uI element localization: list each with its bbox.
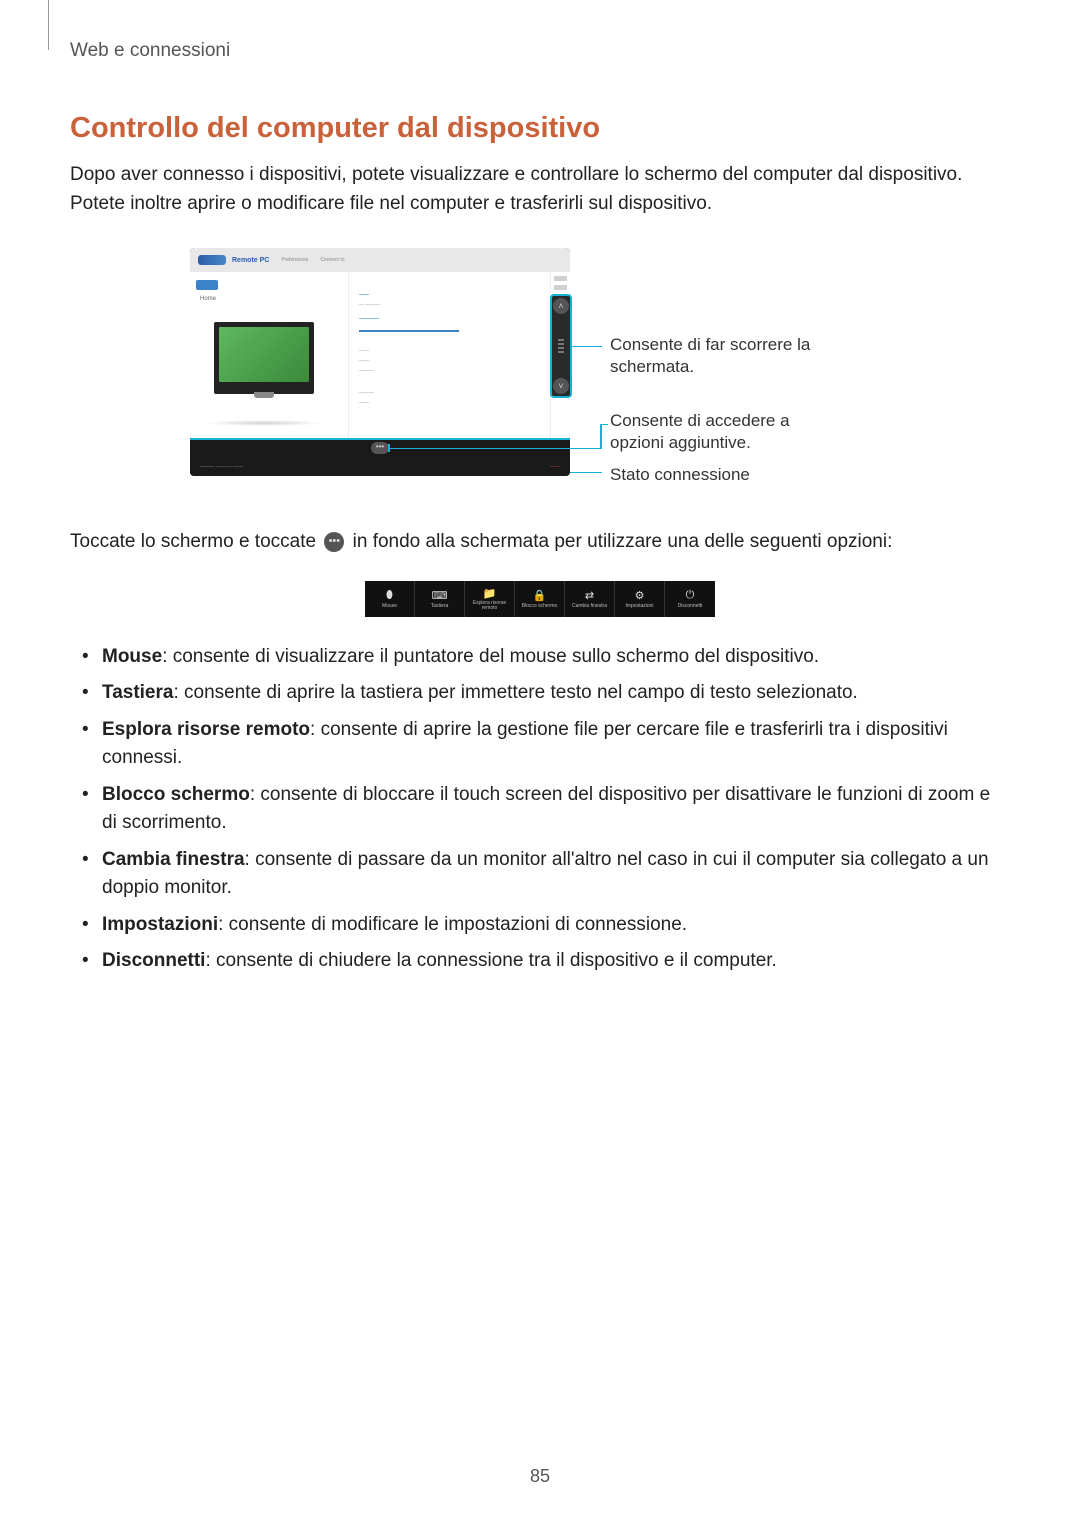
toolbar-swap-button[interactable]: ⇄Cambia finestra [565, 581, 615, 617]
mouse-icon: ⬮ [383, 589, 397, 603]
scroll-up-icon[interactable]: ˄ [553, 298, 569, 314]
feature-item: Impostazioni: consente di modificare le … [98, 911, 1010, 940]
inline-instruction: Toccate lo schermo e toccate ••• in fond… [70, 528, 1010, 557]
inline-before: Toccate lo schermo e toccate [70, 531, 316, 552]
scroll-widget[interactable]: ˄ ˅ [550, 294, 572, 398]
page-title: Controllo del computer dal dispositivo [70, 112, 1010, 145]
toolbar-label: Cambia finestra [572, 604, 607, 609]
intro-paragraph: Dopo aver connesso i dispositivi, potete… [70, 161, 1010, 218]
scroll-down-icon[interactable]: ˅ [553, 378, 569, 394]
callout-options: Consente di accedere a opzioni aggiuntiv… [610, 410, 820, 454]
page-number: 85 [0, 1466, 1080, 1487]
toolbar-label: Blocco schermo [522, 604, 558, 609]
samsung-logo [198, 255, 226, 265]
toolbar-label: Mouse [382, 604, 397, 609]
feature-item: Mouse: consente di visualizzare il punta… [98, 643, 1010, 672]
toolbar-lock-button[interactable]: 🔒Blocco schermo [515, 581, 565, 617]
toolbar-label: Esplora risorse remoto [465, 601, 514, 611]
feature-term: Mouse [102, 646, 162, 667]
more-options-icon: ••• [324, 532, 344, 552]
toolbar-label: Tastiera [431, 604, 449, 609]
toolbar-keyboard-button[interactable]: ⌨Tastiera [415, 581, 465, 617]
toolbar-gear-button[interactable]: ⚙Impostazioni [615, 581, 665, 617]
toolbar-label: Disconnetti [678, 604, 703, 609]
toolbar-mouse-button[interactable]: ⬮Mouse [365, 581, 415, 617]
lock-icon: 🔒 [533, 589, 547, 603]
inline-after: in fondo alla schermata per utilizzare u… [353, 531, 893, 552]
options-toolbar: ⬮Mouse⌨Tastiera📁Esplora risorse remoto🔒B… [365, 581, 715, 617]
feature-term: Blocco schermo [102, 784, 250, 805]
feature-item: Disconnetti: consente di chiudere la con… [98, 947, 1010, 976]
feature-term: Disconnetti [102, 950, 205, 971]
feature-item: Tastiera: consente di aprire la tastiera… [98, 679, 1010, 708]
header-rule [48, 0, 49, 50]
figure: Remote PC Preferences Connect to Home ——… [190, 248, 890, 498]
power-icon: ⏻ [683, 589, 697, 603]
tablet-bottom-bar: ••• ——— ——— —— —— [190, 440, 570, 476]
feature-item: Esplora risorse remoto: consente di apri… [98, 716, 1010, 773]
feature-term: Tastiera [102, 682, 173, 703]
more-options-icon[interactable]: ••• [371, 442, 389, 454]
monitor-icon [214, 322, 314, 394]
swap-icon: ⇄ [583, 589, 597, 603]
feature-term: Esplora risorse remoto [102, 719, 310, 740]
app-title: Remote PC [232, 257, 269, 264]
callout-status: Stato connessione [610, 464, 820, 486]
feature-desc: : consente di visualizzare il puntatore … [162, 646, 819, 667]
callout-scroll: Consente di far scorrere la schermata. [610, 334, 820, 378]
feature-item: Cambia finestra: consente di passare da … [98, 846, 1010, 903]
app-menu-item: Connect to [320, 257, 344, 263]
toolbar-power-button[interactable]: ⏻Disconnetti [665, 581, 715, 617]
gear-icon: ⚙ [633, 589, 647, 603]
toolbar-label: Impostazioni [625, 604, 653, 609]
feature-desc: : consente di chiudere la connessione tr… [205, 950, 776, 971]
keyboard-icon: ⌨ [433, 589, 447, 603]
feature-term: Impostazioni [102, 914, 218, 935]
app-menu-item: Preferences [281, 257, 308, 263]
feature-item: Blocco schermo: consente di bloccare il … [98, 781, 1010, 838]
feature-list: Mouse: consente di visualizzare il punta… [70, 643, 1010, 976]
toolbar-folder-button[interactable]: 📁Esplora risorse remoto [465, 581, 515, 617]
folder-icon: 📁 [483, 586, 497, 600]
feature-desc: : consente di aprire la tastiera per imm… [173, 682, 857, 703]
tablet-mock: Remote PC Preferences Connect to Home ——… [190, 248, 570, 476]
home-badge [196, 280, 218, 290]
feature-term: Cambia finestra [102, 849, 245, 870]
feature-desc: : consente di modificare le impostazioni… [218, 914, 687, 935]
home-label: Home [200, 296, 216, 302]
section-header: Web e connessioni [70, 40, 1010, 62]
